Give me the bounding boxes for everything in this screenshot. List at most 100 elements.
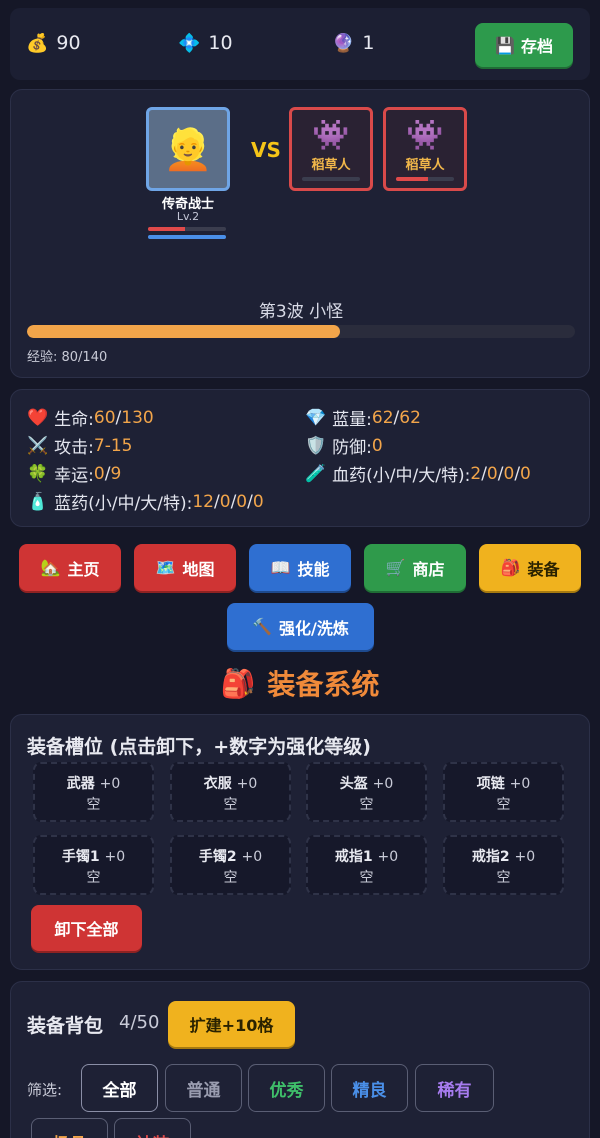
- slot-name: 手镯2 +0: [172, 846, 289, 866]
- gold-value: 90: [56, 32, 81, 54]
- orb-value: 1: [362, 32, 375, 54]
- nav-skills-button[interactable]: 📖 技能: [249, 544, 351, 591]
- equipment-slot[interactable]: 手镯2 +0 空: [170, 835, 291, 895]
- slot-state: 空: [86, 870, 101, 886]
- backpack-icon: 🎒: [220, 666, 256, 700]
- slot-level: +0: [372, 776, 394, 792]
- slot-level: +0: [104, 849, 126, 865]
- stat-defense-label: 防御:: [332, 438, 372, 458]
- equipment-slot[interactable]: 戒指2 +0 空: [443, 835, 564, 895]
- nav-shop-button[interactable]: 🛒 商店: [364, 544, 466, 591]
- slot-level: +0: [236, 776, 258, 792]
- slot-name: 戒指1 +0: [308, 846, 425, 866]
- mp-potion-large: 0: [236, 491, 248, 512]
- filter-label: 筛选:: [27, 1081, 63, 1099]
- stats-panel: ❤️ 生命: 60/130 ⚔️ 攻击: 7-15 🍀 幸运: 0/9 🧴 蓝药…: [10, 389, 590, 527]
- slot-name-text: 项链: [476, 776, 505, 792]
- map-icon: 🗺️: [155, 558, 176, 577]
- nav-enhance-button[interactable]: 🔨 强化/洗炼: [227, 603, 374, 650]
- nav-equip-button[interactable]: 🎒 装备: [479, 544, 581, 591]
- filter-button[interactable]: 优秀: [248, 1064, 325, 1112]
- exp-label: 经验: 80/140: [27, 350, 108, 365]
- equipment-bag-panel: 装备背包 4/50 扩建+10格 筛选: 全部普通优秀精良稀有极品神装: [10, 981, 590, 1138]
- equipment-slot[interactable]: 头盔 +0 空: [306, 762, 427, 822]
- stat-defense: 🛡️ 防御: 0: [305, 433, 383, 459]
- nav-equip-label: 装备: [527, 559, 560, 579]
- equipment-slot[interactable]: 手镯1 +0 空: [33, 835, 154, 895]
- slot-name-text: 头盔: [339, 776, 368, 792]
- equipment-slot[interactable]: 武器 +0 空: [33, 762, 154, 822]
- mp-potion-medium: 0: [219, 491, 231, 512]
- filter-button[interactable]: 精良: [331, 1064, 408, 1112]
- slot-name-text: 戒指2: [471, 849, 510, 865]
- filter-button[interactable]: 极品: [31, 1118, 108, 1138]
- backpack-icon: 🎒: [500, 558, 521, 577]
- nav-home-label: 主页: [67, 559, 100, 579]
- slot-name-text: 手镯2: [198, 849, 237, 865]
- nav-map-label: 地图: [182, 559, 215, 579]
- hp-potion-small: 2: [470, 463, 482, 484]
- slot-name: 武器 +0: [35, 773, 152, 793]
- slot-state: 空: [86, 797, 101, 813]
- unequip-all-button[interactable]: 卸下全部: [31, 905, 142, 951]
- book-icon: 📖: [270, 558, 291, 577]
- slot-level: +0: [377, 849, 399, 865]
- stat-hp-potion-label: 血药(小/中/大/特):: [332, 466, 471, 486]
- crystal-ball-icon: 🔮: [332, 32, 355, 54]
- equipment-slot[interactable]: 戒指1 +0 空: [306, 835, 427, 895]
- hammer-icon: 🔨: [252, 617, 273, 636]
- hp-potion-special: 0: [520, 463, 531, 484]
- exp-bar: [27, 325, 575, 338]
- floppy-disk-icon: 💾: [495, 35, 515, 55]
- slot-name: 头盔 +0: [308, 773, 425, 793]
- money-bag-icon: 💰: [26, 32, 49, 54]
- hero-mp-bar: [148, 235, 226, 239]
- shopping-cart-icon: 🛒: [385, 558, 406, 577]
- stat-attack: ⚔️ 攻击: 7-15: [27, 433, 133, 459]
- test-tube-icon: 🧪: [305, 463, 327, 484]
- hp-potion-large: 0: [503, 463, 515, 484]
- hero-hp-fill: [148, 227, 186, 231]
- filter-button[interactable]: 神装: [114, 1118, 191, 1138]
- equipment-slots-panel: 装备槽位 (点击卸下，+数字为强化等级) 武器 +0 空衣服 +0 空头盔 +0 空项…: [10, 714, 590, 970]
- gem-value: 10: [208, 32, 233, 54]
- save-label: 存档: [520, 37, 553, 56]
- battle-panel: 👱 传奇战士 Lv.2 VS 👾 稻草人 👾 稻草人 第3波 小怪 经验: 80…: [10, 89, 590, 378]
- filter-button[interactable]: 全部: [81, 1064, 158, 1112]
- hero-mp-fill: [148, 235, 226, 239]
- nav-home-button[interactable]: 🏡 主页: [19, 544, 121, 591]
- filter-button[interactable]: 稀有: [415, 1064, 494, 1112]
- stat-luck-cur: 0: [93, 463, 105, 484]
- filter-button[interactable]: 普通: [165, 1064, 242, 1112]
- hero-portrait[interactable]: 👱: [146, 107, 230, 191]
- slot-level: +0: [509, 776, 531, 792]
- enemy-hp-bar: [396, 177, 454, 181]
- stat-mp-label: 蓝量:: [332, 410, 372, 430]
- nav-map-button[interactable]: 🗺️ 地图: [134, 544, 236, 591]
- bag-count: 4/50: [119, 1012, 160, 1033]
- enemy-card[interactable]: 👾 稻草人: [383, 107, 467, 191]
- stat-hp-max: 130: [121, 407, 154, 428]
- diamond-icon: 💠: [178, 32, 201, 54]
- house-icon: 🏡: [40, 558, 61, 577]
- gold-counter: 💰 90: [26, 32, 81, 54]
- bag-title: 装备背包: [27, 1015, 104, 1037]
- enemy-hp-bar: [302, 177, 360, 181]
- slot-name: 戒指2 +0: [445, 846, 562, 866]
- slot-state: 空: [223, 797, 238, 813]
- slot-state: 空: [359, 870, 374, 886]
- save-button[interactable]: 💾 存档: [475, 23, 573, 67]
- alien-monster-icon: 👾: [312, 118, 350, 153]
- mp-potion-small: 12: [192, 491, 214, 512]
- stat-mp: 💎 蓝量: 62/62: [305, 405, 421, 431]
- expand-bag-button[interactable]: 扩建+10格: [168, 1001, 295, 1047]
- shield-icon: 🛡️: [305, 435, 327, 456]
- equipment-slot[interactable]: 衣服 +0 空: [170, 762, 291, 822]
- alien-monster-icon: 👾: [406, 118, 444, 153]
- vs-label: VS: [251, 138, 281, 162]
- enemy-hp-fill: [396, 177, 428, 181]
- gem-counter: 💠 10: [178, 32, 233, 54]
- equipment-slot[interactable]: 项链 +0 空: [443, 762, 564, 822]
- stat-hp-cur: 60: [93, 407, 116, 428]
- enemy-card[interactable]: 👾 稻草人: [289, 107, 373, 191]
